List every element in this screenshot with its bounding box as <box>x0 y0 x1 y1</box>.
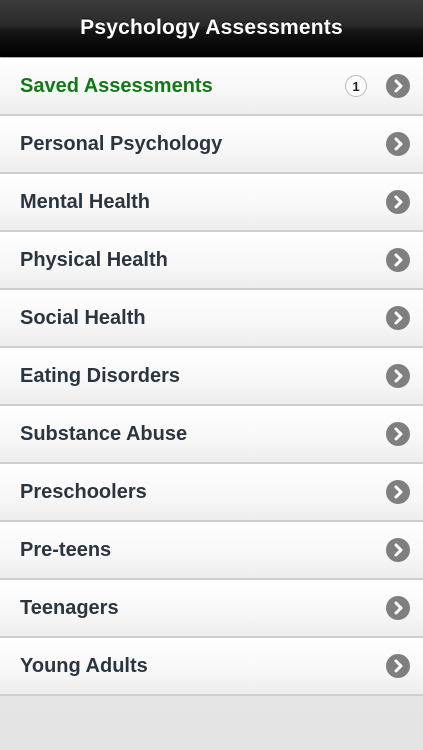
chevron-right-icon[interactable] <box>386 190 410 214</box>
chevron-right-icon[interactable] <box>386 74 410 98</box>
list-item-label: Mental Health <box>20 190 151 213</box>
list-item-mental-health[interactable]: Mental Health <box>0 174 423 232</box>
chevron-right-icon[interactable] <box>386 422 410 446</box>
app-screen: Psychology Assessments Saved Assessments… <box>0 0 423 750</box>
list-item-teenagers[interactable]: Teenagers <box>0 580 423 638</box>
chevron-right-icon[interactable] <box>386 538 410 562</box>
list-item-young-adults[interactable]: Young Adults <box>0 638 423 696</box>
navigation-bar: Psychology Assessments <box>0 0 423 57</box>
chevron-right-icon[interactable] <box>386 132 410 156</box>
list-item-pre-teens[interactable]: Pre-teens <box>0 522 423 580</box>
list-item-label: Physical Health <box>20 248 168 271</box>
list-item-label: Eating Disorders <box>20 364 181 387</box>
chevron-right-icon[interactable] <box>386 306 410 330</box>
chevron-right-icon[interactable] <box>386 364 410 388</box>
list-item-label: Teenagers <box>20 596 119 619</box>
list-item-personal-psychology[interactable]: Personal Psychology <box>0 116 423 174</box>
list-item-label: Personal Psychology <box>20 132 223 155</box>
chevron-right-icon[interactable] <box>386 596 410 620</box>
list-item-label: Social Health <box>20 306 146 329</box>
list-item-saved-assessments[interactable]: Saved Assessments 1 <box>0 58 423 116</box>
list-item-label: Young Adults <box>20 654 148 677</box>
list-item-label: Saved Assessments <box>20 74 213 97</box>
page-title: Psychology Assessments <box>80 16 343 39</box>
chevron-right-icon[interactable] <box>386 248 410 272</box>
count-badge: 1 <box>345 75 367 97</box>
list-item-label: Preschoolers <box>20 480 147 503</box>
list-item-preschoolers[interactable]: Preschoolers <box>0 464 423 522</box>
list-item-eating-disorders[interactable]: Eating Disorders <box>0 348 423 406</box>
assessment-category-list: Saved Assessments 1 Personal Psychology … <box>0 58 423 696</box>
list-item-label: Pre-teens <box>20 538 112 561</box>
list-item-social-health[interactable]: Social Health <box>0 290 423 348</box>
chevron-right-icon[interactable] <box>386 654 410 678</box>
list-item-substance-abuse[interactable]: Substance Abuse <box>0 406 423 464</box>
list-item-label: Substance Abuse <box>20 422 188 445</box>
list-item-physical-health[interactable]: Physical Health <box>0 232 423 290</box>
chevron-right-icon[interactable] <box>386 480 410 504</box>
